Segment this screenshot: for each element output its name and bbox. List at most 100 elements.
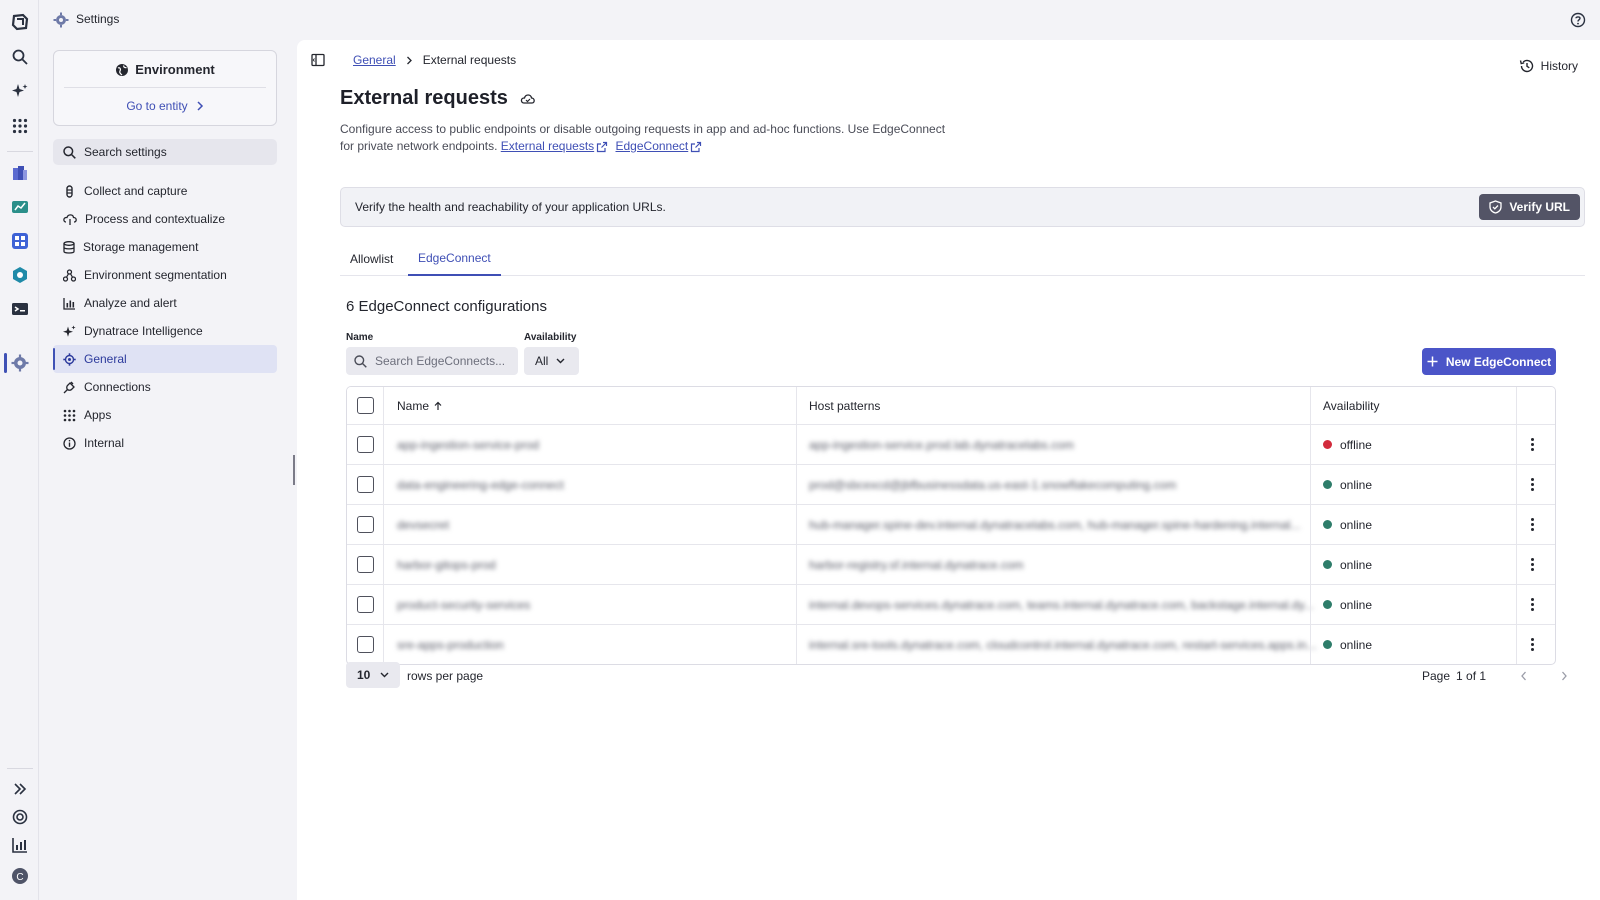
row-actions-menu-icon[interactable]: [1531, 465, 1534, 504]
sidebar-item-storage-management[interactable]: Storage management: [53, 233, 277, 261]
settings-sidebar: Environment Go to entity Search settings…: [40, 40, 296, 900]
history-button[interactable]: History: [1519, 58, 1578, 74]
help-icon[interactable]: [1570, 12, 1586, 28]
offline-status-icon: [1323, 440, 1332, 449]
app-pinned-4-icon[interactable]: [10, 265, 30, 285]
link-edgeconnect[interactable]: EdgeConnect: [616, 139, 689, 153]
previous-page-icon[interactable]: [1520, 671, 1528, 681]
row-availability: online: [1323, 465, 1372, 504]
main-content: General External requests History Extern…: [297, 40, 1600, 900]
table-row[interactable]: sre-apps-production internal.sre-tools.d…: [347, 624, 1555, 664]
edgeconnect-search-input[interactable]: Search EdgeConnects...: [346, 347, 518, 375]
sidebar-item-label: Connections: [84, 380, 151, 394]
sidebar-item-dynatrace-intelligence[interactable]: Dynatrace Intelligence: [53, 317, 277, 345]
row-name: devsecret: [397, 517, 450, 532]
database-icon: [63, 240, 75, 254]
next-page-icon[interactable]: [1560, 671, 1568, 681]
sort-ascending-icon: [434, 401, 442, 411]
row-actions-menu-icon[interactable]: [1531, 505, 1534, 544]
table-row[interactable]: app-ingestion-service-prod app-ingestion…: [347, 424, 1555, 464]
capture-icon: [63, 184, 76, 198]
sidebar-resize-handle[interactable]: [293, 455, 295, 485]
sidebar-item-analyze-and-alert[interactable]: Analyze and alert: [53, 289, 277, 317]
sparkle-icon: [63, 325, 76, 338]
sidebar-item-label: General: [84, 352, 127, 366]
history-icon: [1519, 58, 1535, 74]
new-edgeconnect-button[interactable]: New EdgeConnect: [1422, 348, 1556, 375]
go-to-entity-link[interactable]: Go to entity: [54, 99, 276, 113]
row-checkbox[interactable]: [357, 425, 374, 464]
tab-edgeconnect[interactable]: EdgeConnect: [408, 242, 501, 276]
row-actions-menu-icon[interactable]: [1531, 625, 1534, 664]
sidebar-item-environment-segmentation[interactable]: Environment segmentation: [53, 261, 277, 289]
app-pinned-5-icon[interactable]: [10, 299, 30, 319]
process-icon: [63, 213, 77, 226]
row-checkbox[interactable]: [357, 625, 374, 664]
row-actions-menu-icon[interactable]: [1531, 425, 1534, 464]
new-edgeconnect-label: New EdgeConnect: [1445, 354, 1552, 369]
sidebar-item-label: Dynatrace Intelligence: [84, 324, 203, 338]
row-actions-menu-icon[interactable]: [1531, 585, 1534, 624]
configurations-count-title: 6 EdgeConnect configurations: [346, 298, 547, 315]
edgeconnect-table: Name Host patterns Availability app-inge…: [346, 386, 1556, 665]
row-checkbox[interactable]: [357, 585, 374, 624]
toggle-sidebar-icon[interactable]: [311, 53, 325, 67]
apps-grid-icon[interactable]: [10, 116, 30, 136]
search-icon[interactable]: [10, 47, 30, 67]
row-checkbox[interactable]: [357, 505, 374, 544]
expand-rail-icon[interactable]: [10, 779, 30, 799]
row-checkbox[interactable]: [357, 545, 374, 584]
tab-allowlist[interactable]: Allowlist: [340, 242, 403, 276]
column-header-label: Host patterns: [809, 398, 881, 413]
verify-url-button[interactable]: Verify URL: [1479, 194, 1580, 220]
app-pinned-3-icon[interactable]: [10, 231, 30, 251]
help-lifebuoy-icon[interactable]: [10, 807, 30, 827]
dynatrace-logo-icon[interactable]: [10, 12, 30, 32]
column-header-availability[interactable]: Availability: [1323, 387, 1379, 424]
table-row[interactable]: product-security-services internal.devop…: [347, 584, 1555, 624]
row-actions-menu-icon[interactable]: [1531, 545, 1534, 584]
online-status-icon: [1323, 640, 1332, 649]
settings-title-gear-icon: [53, 12, 69, 28]
row-host-patterns: internal.devops-services.dynatrace.com, …: [809, 597, 1314, 612]
sidebar-item-label: Storage management: [83, 240, 199, 254]
select-all-checkbox[interactable]: [357, 387, 374, 424]
sparkle-icon[interactable]: [10, 81, 30, 101]
app-pinned-2-icon[interactable]: [10, 197, 30, 217]
table-row[interactable]: devsecret hub-manager.spine-dev.internal…: [347, 504, 1555, 544]
sidebar-item-internal[interactable]: Internal: [53, 429, 277, 457]
user-avatar-icon[interactable]: C: [10, 866, 30, 886]
row-host-patterns: app-ingestion-service.prod.lab.dynatrace…: [809, 437, 1074, 452]
sidebar-item-collect-and-capture[interactable]: Collect and capture: [53, 177, 277, 205]
settings-gear-icon[interactable]: [10, 353, 30, 373]
sidebar-item-connections[interactable]: Connections: [53, 373, 277, 401]
link-external-requests[interactable]: External requests: [501, 139, 594, 153]
breadcrumb-link-general[interactable]: General: [353, 53, 396, 67]
gear-icon: [63, 352, 76, 366]
row-checkbox[interactable]: [357, 465, 374, 504]
table-row[interactable]: data-engineering-edge-connect prod@sbcex…: [347, 464, 1555, 504]
sidebar-item-general[interactable]: General: [53, 345, 277, 373]
row-name: app-ingestion-service-prod: [397, 437, 540, 452]
sidebar-item-label: Apps: [84, 408, 112, 422]
environment-card: Environment Go to entity: [53, 50, 277, 126]
settings-search-input[interactable]: Search settings: [53, 139, 277, 165]
analytics-icon[interactable]: [10, 835, 30, 855]
availability-text: online: [1340, 597, 1373, 612]
column-header-name[interactable]: Name: [397, 387, 442, 424]
row-host-patterns: hub-manager.spine-dev.internal.dynatrace…: [809, 517, 1301, 532]
external-link-icon: [690, 141, 702, 153]
sidebar-item-process-and-contextualize[interactable]: Process and contextualize: [53, 205, 277, 233]
column-header-label: Name: [397, 398, 430, 413]
row-availability: offline: [1323, 425, 1372, 464]
row-availability: online: [1323, 585, 1372, 624]
sidebar-item-label: Process and contextualize: [85, 212, 226, 226]
sidebar-item-apps[interactable]: Apps: [53, 401, 277, 429]
table-row[interactable]: harbor-gitops-prod harbor-registry.sf.in…: [347, 544, 1555, 584]
top-bar: Settings: [40, 0, 1600, 40]
availability-select[interactable]: All: [524, 347, 579, 375]
settings-nav: Collect and capture Process and contextu…: [53, 177, 277, 457]
rows-per-page-select[interactable]: 10: [346, 662, 400, 688]
column-header-host-patterns[interactable]: Host patterns: [809, 387, 880, 424]
app-pinned-1-icon[interactable]: [10, 163, 30, 183]
